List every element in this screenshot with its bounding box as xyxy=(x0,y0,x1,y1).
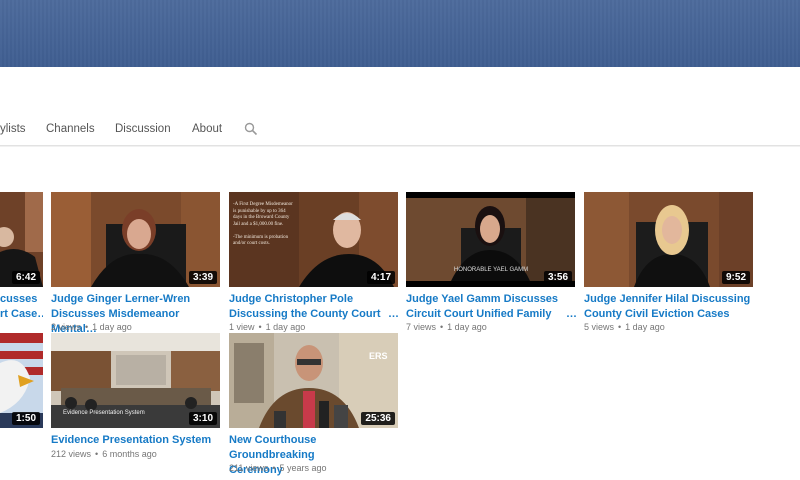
video-duration: 3:10 xyxy=(188,412,217,425)
video-thumbnail[interactable]: ERS 25:36 xyxy=(229,333,398,428)
video-duration: 9:52 xyxy=(721,271,750,284)
thumbnail-overlay-text: -A First Degree Misdemeanor is punishabl… xyxy=(233,202,293,246)
tab-channels[interactable]: Channels xyxy=(46,123,95,135)
video-meta: 7 views • 1 day ago xyxy=(406,322,487,332)
video-meta: 211 views • 5 years ago xyxy=(229,463,327,473)
video-meta: 212 views • 6 months ago xyxy=(51,449,157,459)
video-duration: 25:36 xyxy=(361,412,395,425)
search-icon[interactable] xyxy=(244,122,258,136)
video-duration: 3:39 xyxy=(188,271,217,284)
video-meta: 5 views • 1 day ago xyxy=(584,322,665,332)
video-title[interactable]: Judge Jennifer Hilal Discussing County C… xyxy=(584,292,754,322)
lower-third-caption: HONORABLE YAEL GAMM xyxy=(453,267,529,273)
video-thumbnail[interactable]: 9:52 xyxy=(584,192,753,287)
video-duration: 6:42 xyxy=(11,271,40,284)
video-meta: 2 views • 1 day ago xyxy=(51,322,132,332)
video-title[interactable]: Judge Yael Gamm Discusses Circuit Court … xyxy=(406,292,576,322)
video-thumbnail[interactable]: -A First Degree Misdemeanor is punishabl… xyxy=(229,192,398,287)
video-title[interactable]: Evidence Presentation System xyxy=(51,433,221,448)
channel-banner xyxy=(0,0,800,67)
video-title[interactable]: cusses rt Case… xyxy=(0,292,43,322)
video-thumbnail[interactable]: 3:39 xyxy=(51,192,220,287)
video-meta: 1 view • 1 day ago xyxy=(229,322,306,332)
tab-about[interactable]: About xyxy=(192,123,222,135)
thumbnail-sign-text: ERS xyxy=(369,351,388,361)
video-title[interactable]: Judge Christopher Pole Discussing the Co… xyxy=(229,292,399,322)
video-thumbnail[interactable]: 1:50 xyxy=(0,333,43,428)
title-ellipsis: … xyxy=(566,308,577,320)
thumbnail-caption: Evidence Presentation System xyxy=(63,410,145,416)
title-ellipsis: … xyxy=(388,308,399,320)
video-duration: 3:56 xyxy=(543,271,572,284)
tab-playlists[interactable]: ylists xyxy=(0,123,26,135)
tab-discussion[interactable]: Discussion xyxy=(115,123,171,135)
video-thumbnail[interactable]: 6:42 xyxy=(0,192,43,287)
video-duration: 4:17 xyxy=(366,271,395,284)
video-thumbnail[interactable]: HONORABLE YAEL GAMM 3:56 xyxy=(406,192,575,287)
video-duration: 1:50 xyxy=(11,412,40,425)
video-thumbnail[interactable]: Evidence Presentation System 3:10 xyxy=(51,333,220,428)
